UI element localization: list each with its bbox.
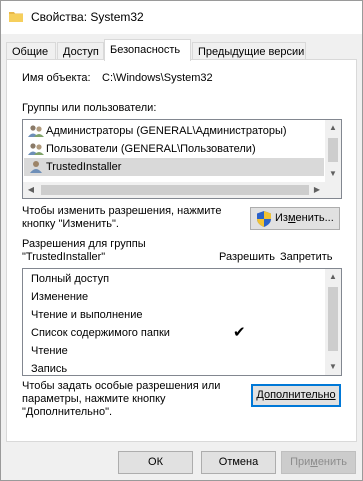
change-button-label: Изменить... <box>275 212 334 224</box>
permissions-list: Полный доступ Изменение Чтение и выполне… <box>22 268 342 376</box>
deny-column-header: Запретить <box>280 251 333 263</box>
tab-strip: Общие Доступ Безопасность Предыдущие вер… <box>1 34 362 61</box>
groups-label: Группы или пользователи: <box>22 102 157 114</box>
change-hint: Чтобы изменить разрешения, нажмите кнопк… <box>22 205 222 230</box>
scroll-down-icon[interactable]: ▼ <box>325 359 341 375</box>
permission-row: Список содержимого папки <box>31 327 170 339</box>
permission-row: Чтение <box>31 345 68 357</box>
scroll-thumb[interactable] <box>328 138 338 162</box>
list-item[interactable]: Администраторы (GENERAL\Администраторы) <box>24 122 324 140</box>
permissions-header-line1: Разрешения для группы <box>22 238 146 250</box>
list-item-selected[interactable]: TrustedInstaller <box>24 158 324 176</box>
scroll-right-icon[interactable]: ▶ <box>309 182 325 198</box>
advanced-hint-line1: Чтобы задать особые разрешения или <box>22 380 221 392</box>
uac-shield-icon <box>257 211 271 227</box>
scroll-down-icon[interactable]: ▼ <box>325 166 341 182</box>
folder-icon <box>9 12 23 22</box>
permission-row: Запись <box>31 363 68 375</box>
properties-window: Свойства: System32 Общие Доступ Безопасн… <box>0 0 363 481</box>
scroll-left-icon[interactable]: ◀ <box>23 182 39 198</box>
list-item-label: TrustedInstaller <box>46 161 122 173</box>
permissions-vertical-scrollbar[interactable]: ▲ ▼ <box>325 269 341 375</box>
advanced-button[interactable]: Дополнительно <box>251 384 341 407</box>
scroll-thumb[interactable] <box>41 185 309 195</box>
permission-row: Изменение <box>31 291 89 303</box>
title-bar[interactable]: Свойства: System32 <box>1 1 362 34</box>
allow-checkmark-icon: ✔ <box>233 324 246 341</box>
object-name-value: C:\Windows\System32 <box>102 72 213 84</box>
security-panel: Имя объекта: C:\Windows\System32 Группы … <box>6 59 357 442</box>
change-button[interactable]: Изменить... <box>250 207 340 230</box>
advanced-hint-line3: "Дополнительно". <box>22 406 113 418</box>
list-item-label: Пользователи (GENERAL\Пользователи) <box>46 143 256 155</box>
permission-row: Чтение и выполнение <box>31 309 143 321</box>
apply-button[interactable]: Применить <box>281 451 356 474</box>
tab-previous-versions[interactable]: Предыдущие версии <box>192 42 306 60</box>
scroll-corner <box>325 182 341 198</box>
permission-row: Полный доступ <box>31 273 110 285</box>
list-item[interactable]: Пользователи (GENERAL\Пользователи) <box>24 140 324 158</box>
list-item-label: Администраторы (GENERAL\Администраторы) <box>46 125 287 137</box>
scroll-thumb[interactable] <box>328 287 338 351</box>
tab-general[interactable]: Общие <box>6 42 56 60</box>
tab-sharing[interactable]: Доступ <box>57 42 104 60</box>
groups-horizontal-scrollbar[interactable]: ◀ ▶ <box>23 182 325 198</box>
tab-security[interactable]: Безопасность <box>104 39 191 61</box>
groups-vertical-scrollbar[interactable]: ▲ ▼ <box>325 120 341 182</box>
users-icon <box>28 143 44 155</box>
scroll-up-icon[interactable]: ▲ <box>325 120 341 136</box>
users-icon <box>28 125 44 137</box>
permissions-header-line2: "TrustedInstaller" <box>22 251 106 263</box>
cancel-button[interactable]: Отмена <box>201 451 276 474</box>
scroll-up-icon[interactable]: ▲ <box>325 269 341 285</box>
user-icon <box>30 161 42 173</box>
groups-list[interactable]: Администраторы (GENERAL\Администраторы) … <box>22 119 342 199</box>
ok-button[interactable]: ОК <box>118 451 193 474</box>
object-name-label: Имя объекта: <box>22 72 91 84</box>
advanced-hint-line2: параметры, нажмите кнопку <box>22 393 166 405</box>
allow-column-header: Разрешить <box>219 251 275 263</box>
window-title: Свойства: System32 <box>31 10 144 24</box>
